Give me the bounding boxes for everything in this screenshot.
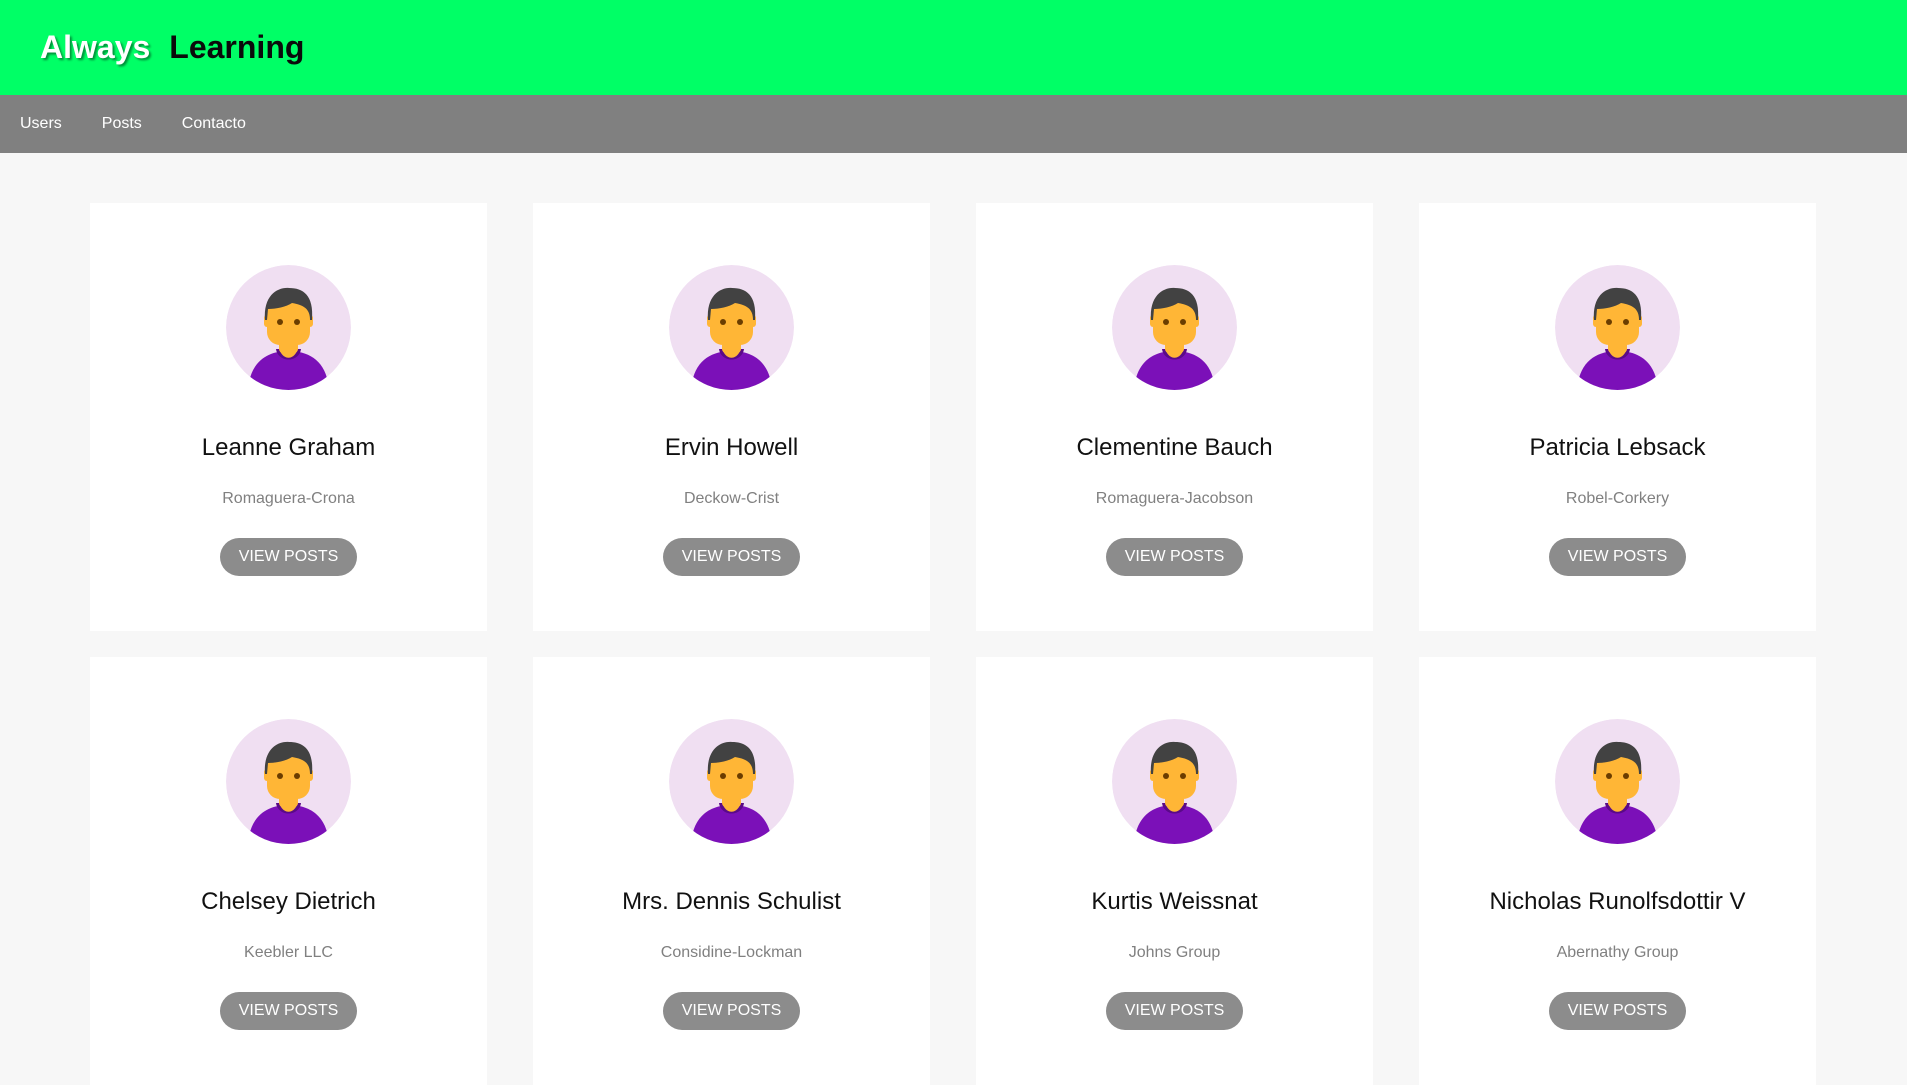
- nav-link-posts[interactable]: Posts: [102, 115, 142, 133]
- view-posts-button[interactable]: VIEW POSTS: [219, 538, 358, 576]
- user-name: Leanne Graham: [201, 434, 376, 461]
- user-card: Nicholas Runolfsdottir V Abernathy Group…: [1419, 657, 1816, 1085]
- user-card: Clementine Bauch Romaguera-Jacobson VIEW…: [976, 203, 1373, 631]
- user-card: Ervin Howell Deckow-Crist VIEW POSTS: [533, 203, 930, 631]
- user-card: Mrs. Dennis Schulist Considine-Lockman V…: [533, 657, 930, 1085]
- view-posts-button[interactable]: VIEW POSTS: [662, 538, 801, 576]
- user-avatar-icon: [1555, 719, 1680, 844]
- user-avatar-icon: [1112, 265, 1237, 390]
- user-card: Kurtis Weissnat Johns Group VIEW POSTS: [976, 657, 1373, 1085]
- site-header: Always Learning: [0, 0, 1907, 95]
- view-posts-button[interactable]: VIEW POSTS: [1548, 538, 1687, 576]
- user-card: Leanne Graham Romaguera-Crona VIEW POSTS: [90, 203, 487, 631]
- user-card: Chelsey Dietrich Keebler LLC VIEW POSTS: [90, 657, 487, 1085]
- user-company: Robel-Corkery: [1565, 490, 1670, 507]
- user-company: Johns Group: [1128, 944, 1221, 961]
- brand-first-word: Always: [40, 29, 151, 65]
- brand-logo[interactable]: Always Learning: [40, 29, 304, 66]
- user-avatar-icon: [226, 265, 351, 390]
- user-name: Mrs. Dennis Schulist: [622, 888, 841, 915]
- user-avatar-icon: [226, 719, 351, 844]
- nav-link-users[interactable]: Users: [20, 115, 62, 133]
- user-avatar-icon: [1112, 719, 1237, 844]
- view-posts-button[interactable]: VIEW POSTS: [1105, 538, 1244, 576]
- user-card-grid: Leanne Graham Romaguera-Crona VIEW POSTS…: [90, 203, 1816, 1085]
- user-avatar-icon: [1555, 265, 1680, 390]
- main-nav: Users Posts Contacto: [0, 95, 1907, 153]
- user-avatar-icon: [669, 265, 794, 390]
- user-company: Deckow-Crist: [683, 490, 780, 507]
- user-company: Romaguera-Jacobson: [1095, 490, 1254, 507]
- brand-second-word: Learning: [169, 29, 305, 65]
- user-card: Patricia Lebsack Robel-Corkery VIEW POST…: [1419, 203, 1816, 631]
- view-posts-button[interactable]: VIEW POSTS: [1548, 992, 1687, 1030]
- user-company: Keebler LLC: [244, 944, 333, 961]
- user-company: Considine-Lockman: [660, 944, 803, 961]
- user-name: Patricia Lebsack: [1529, 434, 1706, 461]
- user-avatar-icon: [669, 719, 794, 844]
- user-name: Clementine Bauch: [1076, 434, 1273, 461]
- view-posts-button[interactable]: VIEW POSTS: [219, 992, 358, 1030]
- user-company: Romaguera-Crona: [222, 490, 355, 507]
- user-name: Chelsey Dietrich: [201, 888, 376, 915]
- user-name: Kurtis Weissnat: [1091, 888, 1258, 915]
- user-company: Abernathy Group: [1556, 944, 1679, 961]
- user-name: Ervin Howell: [664, 434, 799, 461]
- view-posts-button[interactable]: VIEW POSTS: [1105, 992, 1244, 1030]
- nav-link-contacto[interactable]: Contacto: [182, 115, 246, 133]
- user-name: Nicholas Runolfsdottir V: [1489, 888, 1746, 915]
- view-posts-button[interactable]: VIEW POSTS: [662, 992, 801, 1030]
